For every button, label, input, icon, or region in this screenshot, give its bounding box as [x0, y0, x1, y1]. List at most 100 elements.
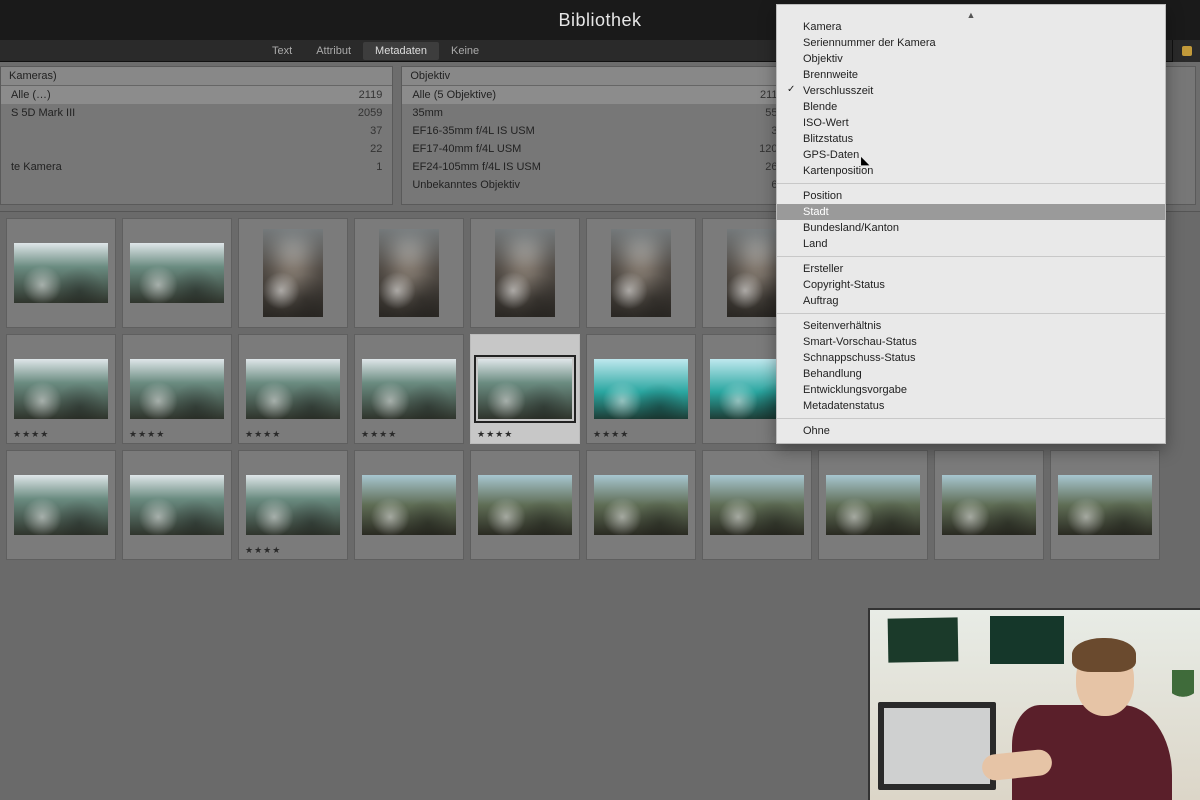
menu-item[interactable]: Copyright-Status [777, 277, 1165, 293]
menu-item[interactable]: Bundesland/Kanton [777, 220, 1165, 236]
camera-row[interactable]: 37 [1, 122, 392, 140]
thumbnail-cell[interactable] [6, 450, 116, 560]
filter-pane-camera-header[interactable]: Kameras) [1, 67, 392, 86]
menu-item[interactable]: Entwicklungsvorgabe [777, 382, 1165, 398]
camera-row[interactable]: te Kamera1 [1, 158, 392, 176]
thumbnail-cell[interactable] [354, 450, 464, 560]
thumbnail-image [14, 359, 108, 419]
thumbnail-cell[interactable] [354, 218, 464, 328]
thumbnail-cell[interactable] [818, 450, 928, 560]
menu-separator [777, 183, 1165, 184]
menu-item[interactable]: Ohne [777, 423, 1165, 439]
thumbnail-image [362, 475, 456, 535]
metadata-column-menu[interactable]: ▲ KameraSeriennummer der KameraObjektivB… [776, 4, 1166, 444]
menu-item[interactable]: Kamera [777, 19, 1165, 35]
menu-item[interactable]: Ersteller [777, 261, 1165, 277]
filter-row-count: 2119 [359, 89, 383, 101]
menu-separator [777, 256, 1165, 257]
thumbnail-cell[interactable] [470, 450, 580, 560]
filter-pane-lens-title: Objektiv [410, 70, 450, 82]
menu-item[interactable]: Stadt [777, 204, 1165, 220]
thumbnail-cell[interactable] [586, 218, 696, 328]
lens-row[interactable]: 35mm558 [402, 104, 793, 122]
flag-icon [1182, 46, 1192, 56]
menu-scroll-up-icon: ▲ [777, 11, 1165, 19]
thumbnail-image [246, 475, 340, 535]
thumbnail-image [246, 359, 340, 419]
menu-item[interactable]: GPS-Daten [777, 147, 1165, 163]
menu-item[interactable]: Objektiv [777, 51, 1165, 67]
thumbnail-cell[interactable] [1050, 450, 1160, 560]
filter-tab-attribut[interactable]: Attribut [304, 42, 363, 60]
thumbnail-cell[interactable]: ★★★★ [238, 334, 348, 444]
menu-item[interactable]: Verschlusszeit [777, 83, 1165, 99]
camera-row[interactable]: S 5D Mark III2059 [1, 104, 392, 122]
menu-separator [777, 313, 1165, 314]
lens-row[interactable]: EF17-40mm f/4L USM1200 [402, 140, 793, 158]
menu-item[interactable]: Schnappschuss-Status [777, 350, 1165, 366]
filter-tab-metadaten[interactable]: Metadaten [363, 42, 439, 60]
thumbnail-cell[interactable]: ★★★★ [586, 334, 696, 444]
thumbnail-cell[interactable]: ★★★★ [238, 450, 348, 560]
thumbnail-cell[interactable] [586, 450, 696, 560]
menu-item[interactable]: Position [777, 188, 1165, 204]
thumbnail-cell[interactable] [238, 218, 348, 328]
camera-row[interactable]: Alle (…) 2119 [1, 86, 392, 104]
thumbnail-cell[interactable]: ★★★★ [470, 334, 580, 444]
rating-stars: ★★★★ [245, 545, 281, 556]
camera-row[interactable]: 22 [1, 140, 392, 158]
menu-item[interactable]: Metadatenstatus [777, 398, 1165, 414]
presenter-webcam [868, 608, 1200, 800]
lens-row[interactable]: Alle (5 Objektive)2119 [402, 86, 793, 104]
thumbnail-image [379, 229, 439, 317]
rating-stars: ★★★★ [13, 429, 49, 440]
menu-item[interactable]: Behandlung [777, 366, 1165, 382]
thumbnail-image [263, 229, 323, 317]
rating-stars: ★★★★ [245, 429, 281, 440]
right-panel-hint [1172, 40, 1200, 62]
filter-tab-keine[interactable]: Keine [439, 42, 491, 60]
menu-item[interactable]: Smart-Vorschau-Status [777, 334, 1165, 350]
thumbnail-cell[interactable]: ★★★★ [6, 334, 116, 444]
thumbnail-image [594, 475, 688, 535]
thumbnail-image [130, 359, 224, 419]
lens-row[interactable]: EF24-105mm f/4L IS USM263 [402, 158, 793, 176]
filter-row-label: EF24-105mm f/4L IS USM [412, 161, 541, 173]
thumbnail-cell[interactable]: ★★★★ [122, 334, 232, 444]
rating-stars: ★★★★ [593, 429, 629, 440]
menu-separator [777, 418, 1165, 419]
thumbnail-cell[interactable] [934, 450, 1044, 560]
thumbnail-image [130, 243, 224, 303]
thumbnail-image [362, 359, 456, 419]
filter-pane-lens: Objektiv Alle (5 Objektive)211935mm558EF… [401, 66, 794, 205]
menu-item[interactable]: Kartenposition [777, 163, 1165, 179]
thumbnail-cell[interactable] [122, 218, 232, 328]
lens-row[interactable]: EF16-35mm f/4L IS USM37 [402, 122, 793, 140]
menu-item[interactable]: Blende [777, 99, 1165, 115]
filter-row-label: Alle (…) [11, 89, 51, 101]
filter-tab-text[interactable]: Text [260, 42, 304, 60]
thumbnail-image [495, 229, 555, 317]
thumbnail-cell[interactable] [122, 450, 232, 560]
menu-item[interactable]: Blitzstatus [777, 131, 1165, 147]
menu-item[interactable]: Seitenverhältnis [777, 318, 1165, 334]
thumbnail-cell[interactable] [470, 218, 580, 328]
thumbnail-image [594, 359, 688, 419]
thumbnail-cell[interactable] [702, 450, 812, 560]
thumbnail-image [14, 243, 108, 303]
menu-item[interactable]: ISO-Wert [777, 115, 1165, 131]
thumbnail-image [611, 229, 671, 317]
filter-row-label: EF16-35mm f/4L IS USM [412, 125, 534, 137]
thumbnail-cell[interactable] [6, 218, 116, 328]
menu-item[interactable]: Brennweite [777, 67, 1165, 83]
filter-row-label: S 5D Mark III [11, 107, 75, 119]
menu-item[interactable]: Auftrag [777, 293, 1165, 309]
menu-item[interactable]: Seriennummer der Kamera [777, 35, 1165, 51]
filter-pane-camera-title: Kameras) [9, 70, 57, 82]
thumbnail-cell[interactable]: ★★★★ [354, 334, 464, 444]
lens-row[interactable]: Unbekanntes Objektiv61 [402, 176, 793, 194]
menu-item[interactable]: Land [777, 236, 1165, 252]
filter-pane-lens-header[interactable]: Objektiv [402, 67, 793, 86]
thumbnail-image [1058, 475, 1152, 535]
thumbnail-image [478, 475, 572, 535]
